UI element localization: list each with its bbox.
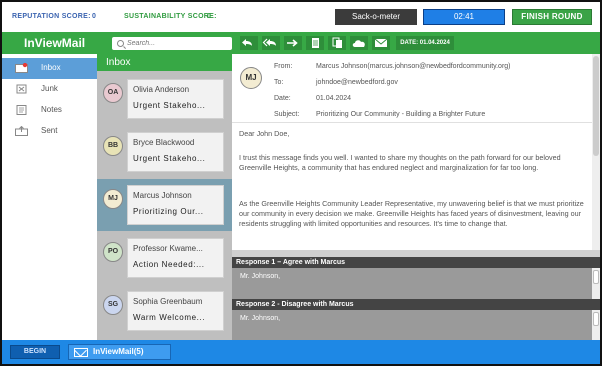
app-header: InViewMail DATE: 01.04.2024 [2,32,600,54]
app-logo: InViewMail [24,36,86,50]
response-2-text: Mr. Johnson, [240,315,281,322]
sidebar-item-notes[interactable]: Notes [2,100,97,121]
mail-icon[interactable] [372,36,390,50]
message-subject: Action Needed:... [133,260,205,269]
to-value: johndoe@newbedford.gov [316,79,398,86]
sender-avatar: MJ [240,67,262,89]
sidebar-item-label: Notes [41,105,62,114]
message-subject: Urgent Stakeho... [133,154,206,163]
date-value: 01.04.2024 [316,95,352,102]
sustainability-score-label: SUSTAINABILITY SCORE: [124,13,217,20]
inbox-icon [15,62,28,73]
sustainability-score-value: 0 [207,13,212,20]
search-input[interactable] [127,38,227,49]
sent-icon [15,125,28,136]
subject-value: Prioritizing Our Community - Building a … [316,111,486,118]
list-item[interactable]: OA Olivia Anderson Urgent Stakeho... [97,73,232,125]
finish-round-button[interactable]: FINISH ROUND [512,9,592,25]
scrollbar-thumb[interactable] [593,270,599,284]
app-window: REPUTATION SCORE: 0 SUSTAINABILITY SCORE… [0,0,602,366]
sidebar-item-label: Sent [41,126,58,135]
response-1-scrollbar[interactable] [592,268,600,299]
sidebar-item-label: Inbox [41,63,61,72]
reading-scrollbar[interactable] [592,54,600,250]
sidebar-item-sent[interactable]: Sent [2,121,97,142]
avatar: PO [103,242,123,262]
folder-sidebar: Inbox Junk Notes Sent [2,54,97,340]
round-timer: 02:41 [423,9,505,25]
response-1-text: Mr. Johnson, [240,273,281,280]
scrollbar-thumb[interactable] [593,312,599,326]
response-2-box[interactable]: Mr. Johnson, [232,310,592,340]
message-subject: Urgent Stakeho... [133,101,206,110]
reputation-score-value: 0 [92,13,97,20]
avatar: OA [103,83,123,103]
search-box[interactable] [112,37,232,50]
email-greeting: Dear John Doe, [239,129,290,138]
search-icon [117,40,124,47]
message-subject: Warm Welcome... [133,313,206,322]
message-list: Inbox OA Olivia Anderson Urgent Stakeho.… [97,54,232,340]
list-item[interactable]: BB Bryce Blackwood Urgent Stakeho... [97,126,232,178]
date-label: Date: [274,95,291,102]
reading-pane: MJ From: Marcus Johnson(marcus.johnson@n… [232,54,600,250]
message-sender: Professor Kwame... [133,244,203,253]
response-2-scrollbar[interactable] [592,310,600,340]
begin-button[interactable]: BEGIN [10,345,60,359]
avatar: BB [103,136,123,156]
reply-icon[interactable] [240,36,258,50]
message-sender: Marcus Johnson [133,191,192,200]
sidebar-item-inbox[interactable]: Inbox [2,58,97,79]
scrollbar-thumb[interactable] [593,56,599,156]
email-paragraph: As the Greenville Heights Community Lead… [239,199,584,228]
from-value: Marcus Johnson(marcus.johnson@newbedford… [316,63,511,70]
cloud-icon[interactable] [350,36,368,50]
sidebar-item-junk[interactable]: Junk [2,79,97,100]
taskbar-app-inviewmail[interactable]: InViewMail(5) [68,344,171,360]
header-divider [232,122,592,123]
copy-icon[interactable] [328,36,346,50]
list-item[interactable]: MJ Marcus Johnson Prioritizing Our... [97,179,232,231]
taskbar: BEGIN InViewMail(5) [2,340,600,364]
reply-all-icon[interactable] [262,36,280,50]
date-display: DATE: 01.04.2024 [396,36,454,50]
response-1-title[interactable]: Response 1 – Agree with Marcus [232,257,600,268]
message-sender: Bryce Blackwood [133,138,195,147]
message-sender: Sophia Greenbaum [133,297,203,306]
list-item[interactable]: SG Sophia Greenbaum Warm Welcome... [97,285,232,337]
to-label: To: [274,79,284,86]
response-2-title[interactable]: Response 2 - Disagree with Marcus [232,299,600,310]
taskbar-app-label: InViewMail(5) [93,347,144,356]
mail-icon [74,348,88,357]
response-1-box[interactable]: Mr. Johnson, [232,268,592,299]
list-item[interactable]: PO Professor Kwame... Action Needed:... [97,232,232,284]
message-sender: Olivia Anderson [133,85,190,94]
avatar: MJ [103,189,123,209]
pane-splitter[interactable] [232,250,600,257]
status-bar: REPUTATION SCORE: 0 SUSTAINABILITY SCORE… [2,2,600,32]
message-subject: Prioritizing Our... [133,207,204,216]
inbox-title: Inbox [97,54,232,71]
from-label: From: [274,63,293,70]
forward-icon[interactable] [284,36,302,50]
document-icon[interactable] [306,36,324,50]
sack-o-meter: Sack-o-meter [335,9,417,25]
reputation-score-label: REPUTATION SCORE: [12,13,91,20]
subject-label: Subject: [274,111,300,118]
avatar: SG [103,295,123,315]
notes-icon [15,105,28,115]
email-paragraph: I trust this message finds you well. I w… [239,153,561,172]
junk-icon [15,84,28,94]
sidebar-item-label: Junk [41,84,58,93]
